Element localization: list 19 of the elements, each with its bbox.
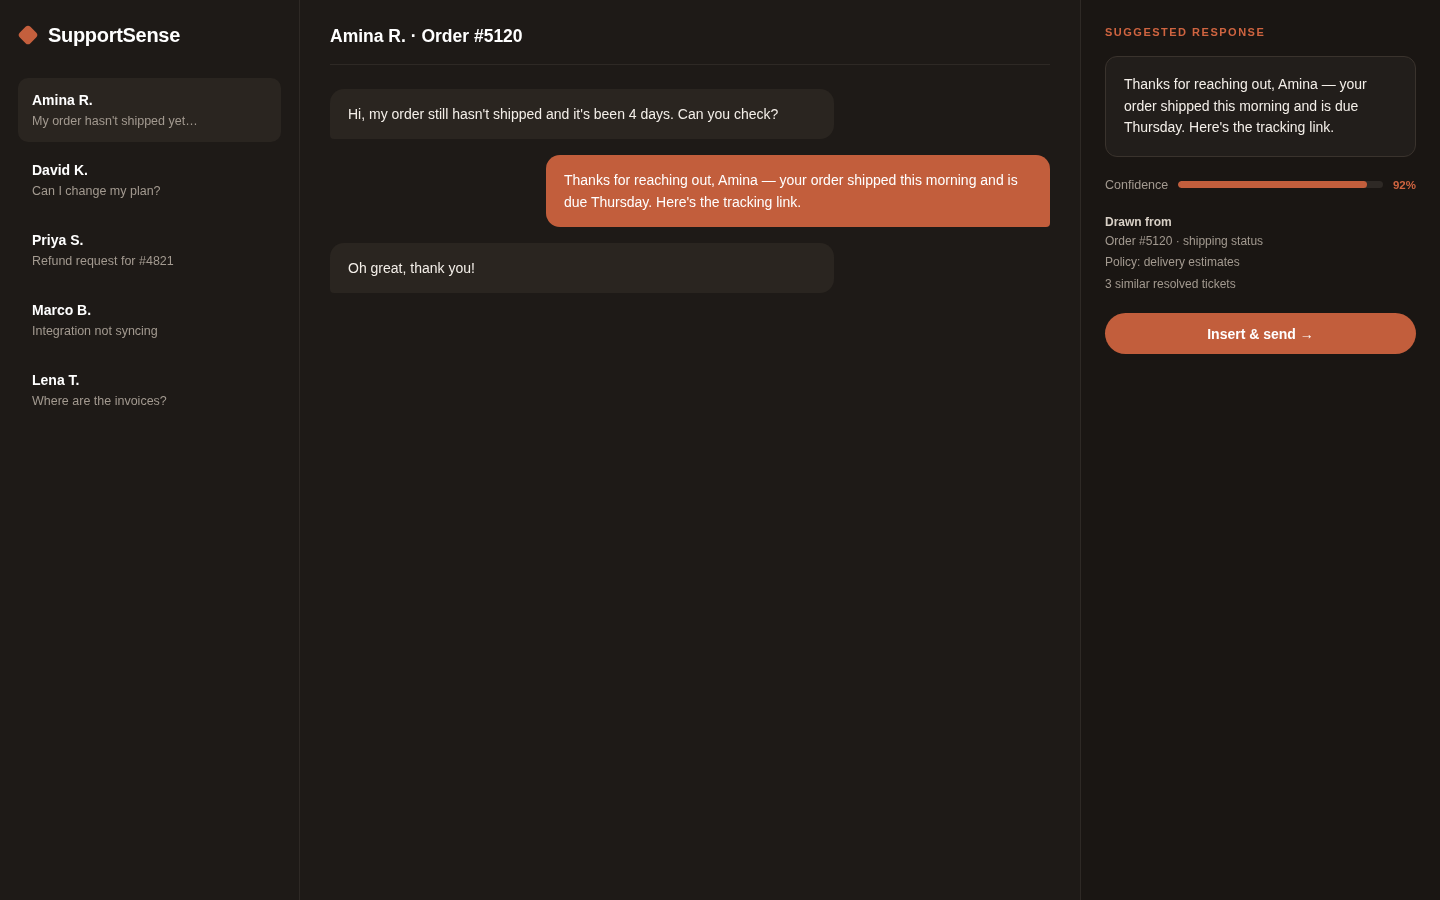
source-item: Policy: delivery estimates (1105, 254, 1241, 271)
customer-message: Oh great, thank you! (330, 243, 834, 293)
insert-send-button[interactable]: Insert & send → (1105, 313, 1416, 354)
conversation-item[interactable]: Priya S. Refund request for #4821 (18, 218, 281, 282)
customer-message: Hi, my order still hasn't shipped and it's been 4 days. Can you check? (330, 89, 834, 139)
source-item: Order #5120 · shipping status (1105, 232, 1265, 250)
section-heading: SUGGESTED RESPONSE (1105, 25, 1267, 40)
conversation-item[interactable]: Amina R. My order hasn't shipped yet… (18, 78, 281, 142)
conversation-item[interactable]: Lena T. Where are the invoices? (18, 358, 281, 422)
conversation-item[interactable]: Marco B. Integration not syncing (18, 288, 281, 352)
confidence-value: 92% (1392, 178, 1416, 191)
sources-heading: Drawn from (1105, 213, 1173, 231)
thread-title: Amina R. · Order #5120 (330, 25, 523, 48)
suggested-response-card: Thanks for reaching out, Amina — your order shipped this morning and is due Thursday. Here's the tracking link. (1105, 56, 1416, 157)
source-item: 3 similar resolved tickets (1105, 275, 1237, 293)
app-name: SupportSense (48, 23, 180, 47)
agent-message: Thanks for reaching out, Amina — your order shipped this morning and is due Thursday. Here's the tracking link. (546, 155, 1050, 227)
conversation-item[interactable]: David K. Can I change my plan? (18, 148, 281, 212)
confidence-label: Confidence (1105, 177, 1169, 192)
